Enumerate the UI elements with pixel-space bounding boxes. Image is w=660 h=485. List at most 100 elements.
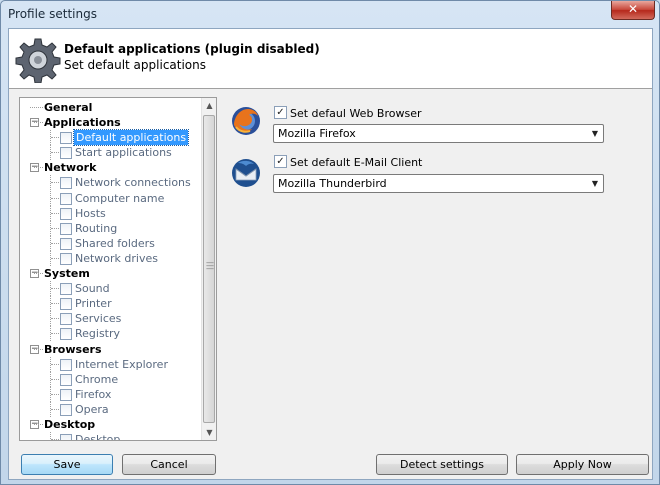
chevron-down-icon: ▼ <box>591 179 598 188</box>
tree-item[interactable]: Start applications <box>20 145 200 161</box>
set-default-browser-label: Set defaul Web Browser <box>290 107 422 120</box>
tree-scrollbar[interactable]: ▲ — — — ▼ <box>201 98 216 440</box>
firefox-icon <box>232 107 260 135</box>
tree-connector <box>51 257 59 259</box>
tree-connector <box>51 303 59 305</box>
tree-item[interactable]: Sound <box>20 281 200 297</box>
tree-item-label: Printer <box>75 297 112 311</box>
save-button[interactable]: Save <box>21 454 113 475</box>
tree-category-label: System <box>44 267 90 281</box>
tree-item-checkbox[interactable] <box>60 252 72 265</box>
tree-item[interactable]: Computer name <box>20 190 200 206</box>
scrollbar-thumb[interactable]: — — — <box>203 115 215 423</box>
tree-item-checkbox[interactable] <box>60 298 72 311</box>
tree-item-label: Firefox <box>75 387 112 401</box>
browser-select-value: Mozilla Firefox <box>278 127 356 140</box>
tree-category-label: Browsers <box>44 342 102 356</box>
tree-category[interactable]: − Desktop <box>20 417 200 432</box>
tree-connector <box>34 348 43 350</box>
tree-item[interactable]: Network drives <box>20 250 200 266</box>
tree-item[interactable]: Services <box>20 311 200 327</box>
tree-item[interactable]: Internet Explorer <box>20 356 200 372</box>
detect-settings-button[interactable]: Detect settings <box>376 454 508 475</box>
tree-item-label: Computer name <box>75 191 165 205</box>
tree-item-checkbox[interactable] <box>60 192 72 205</box>
tree-item-checkbox[interactable] <box>60 222 72 235</box>
tree-item-checkbox[interactable] <box>60 207 72 220</box>
tree-connector <box>51 242 59 244</box>
tree-category[interactable]: − Applications <box>20 115 200 130</box>
tree-item-checkbox[interactable] <box>60 403 72 416</box>
tree-category[interactable]: − Browsers <box>20 342 200 357</box>
tree-item[interactable]: Network connections <box>20 175 200 191</box>
tree-item-label: Opera <box>75 402 109 416</box>
tree-item[interactable]: Desktop <box>20 432 200 441</box>
grip-icon: — — — <box>206 258 214 273</box>
cancel-button[interactable]: Cancel <box>122 454 216 475</box>
tree-connector <box>34 273 43 275</box>
tree-category[interactable]: General <box>20 100 200 115</box>
tree-connector <box>51 408 59 410</box>
tree-connector <box>51 333 59 335</box>
tree-item-label: Desktop <box>75 433 121 441</box>
tree-connector <box>34 167 43 169</box>
tree-item-label: Sound <box>75 282 110 296</box>
tree-item-label: Registry <box>75 327 121 341</box>
chevron-down-icon: ▼ <box>591 129 598 138</box>
tree-item[interactable]: Registry <box>20 326 200 342</box>
tree-item-checkbox[interactable] <box>60 283 72 296</box>
apply-now-button[interactable]: Apply Now <box>516 454 649 475</box>
tree-item-label: Internet Explorer <box>75 357 168 371</box>
gear-icon <box>15 38 61 83</box>
close-icon: ✕ <box>627 2 639 16</box>
tree-connector <box>51 137 59 139</box>
tree-connector <box>51 363 59 365</box>
close-button[interactable]: ✕ <box>611 1 655 20</box>
tree-item-label: Default applications <box>72 129 190 147</box>
tree-item-checkbox[interactable] <box>60 177 72 190</box>
tree-item-checkbox[interactable] <box>60 373 72 386</box>
tree-connector <box>34 423 43 425</box>
tree-item-checkbox[interactable] <box>60 132 72 145</box>
title-bar[interactable]: Profile settings ✕ <box>1 1 659 27</box>
tree-connector <box>51 182 59 184</box>
dialog-body: Default applications (plugin disabled) S… <box>8 28 653 480</box>
tree-category-label: Desktop <box>44 417 96 431</box>
tree-connector <box>51 393 59 395</box>
tree-item-checkbox[interactable] <box>60 147 72 160</box>
tree-connector <box>34 122 43 124</box>
tree-category[interactable]: − System <box>20 266 200 281</box>
scroll-up-icon[interactable]: ▲ <box>202 98 216 113</box>
tree-item[interactable]: Firefox <box>20 386 200 402</box>
tree-item-checkbox[interactable] <box>60 434 72 440</box>
set-default-browser-checkbox[interactable]: ✓ <box>274 106 287 119</box>
tree-item-label: Chrome <box>75 372 119 386</box>
scroll-down-icon[interactable]: ▼ <box>202 425 216 440</box>
browser-select[interactable]: Mozilla Firefox ▼ <box>273 124 604 143</box>
set-default-email-checkbox[interactable]: ✓ <box>274 155 287 168</box>
tree-item-label: Shared folders <box>75 236 155 250</box>
tree-item[interactable]: Chrome <box>20 371 200 387</box>
tree-item-checkbox[interactable] <box>60 328 72 341</box>
tree-item[interactable]: Hosts <box>20 205 200 221</box>
tree-item-checkbox[interactable] <box>60 237 72 250</box>
tree-item-label: Hosts <box>75 206 106 220</box>
profile-settings-window: Profile settings ✕ Default applications … <box>0 0 660 485</box>
settings-tree[interactable]: General − Applications Default applications… <box>19 97 217 441</box>
tree-category-label: General <box>44 101 93 114</box>
email-select[interactable]: Mozilla Thunderbird ▼ <box>273 174 604 193</box>
tree-item[interactable]: Shared folders <box>20 235 200 251</box>
tree-connector <box>51 378 59 380</box>
tree-connector <box>51 318 59 320</box>
header-panel: Default applications (plugin disabled) S… <box>9 29 652 89</box>
tree-category[interactable]: − Network <box>20 160 200 175</box>
tree-item[interactable]: Printer <box>20 296 200 312</box>
tree-item-checkbox[interactable] <box>60 313 72 326</box>
tree-item-checkbox[interactable] <box>60 388 72 401</box>
page-title: Default applications (plugin disabled) <box>64 42 320 56</box>
thunderbird-icon <box>232 159 260 187</box>
tree-item[interactable]: Routing <box>20 220 200 236</box>
tree-item[interactable]: Default applications <box>20 129 200 147</box>
tree-item-checkbox[interactable] <box>60 358 72 371</box>
tree-item[interactable]: Opera <box>20 401 200 417</box>
